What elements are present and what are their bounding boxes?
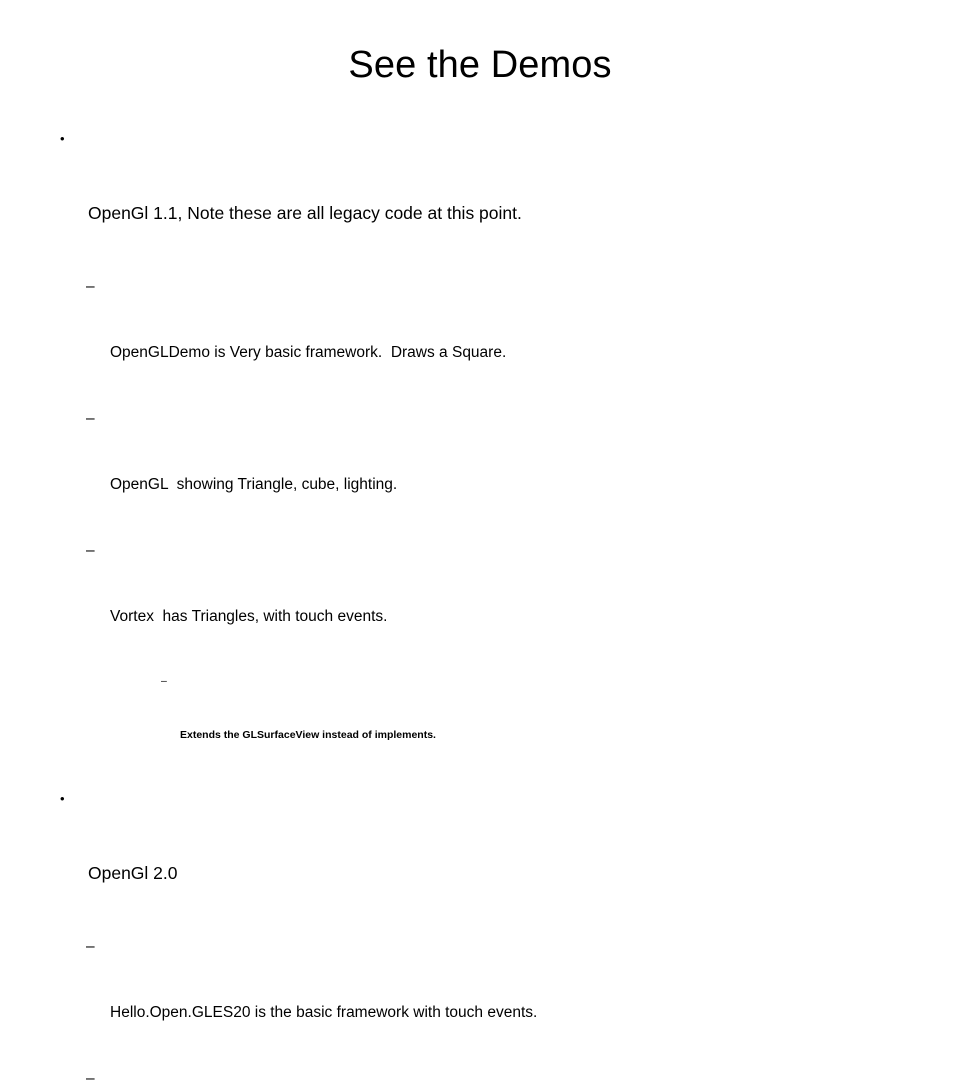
- slide-body: • OpenGl 1.1, Note these are all legacy …: [0, 126, 960, 1080]
- section-heading-text: OpenGl 1.1, Note these are all legacy co…: [88, 203, 522, 223]
- dash-icon: –: [86, 278, 95, 295]
- bullet-dot-icon: •: [60, 131, 65, 146]
- section-heading-text: OpenGl 2.0: [88, 863, 178, 883]
- list-item: – OpenGL showing Triangle, cube, lightin…: [0, 408, 960, 540]
- sub-list-item-text: Extends the GLSurfaceView instead of imp…: [180, 729, 436, 741]
- list-item-text: Hello.Open.GLES20 is the basic framework…: [110, 1004, 538, 1021]
- list-item-text: OpenGL showing Triangle, cube, lighting.: [110, 476, 398, 493]
- list-item: – Hello.Open.GLES20 is the basic framewo…: [0, 936, 960, 1068]
- list-item: – Opengl2ex1 is has render class it send…: [0, 1068, 960, 1080]
- list-item-text: Vortex has Triangles, with touch events.: [110, 608, 388, 625]
- dash-icon: –: [86, 410, 95, 427]
- bullet-section-heading: • OpenGl 2.0: [0, 786, 960, 936]
- list-item: – Vortex has Triangles, with touch event…: [0, 540, 960, 672]
- dash-icon: –: [86, 1070, 95, 1080]
- list-item: – OpenGLDemo is Very basic framework. Dr…: [0, 276, 960, 408]
- page-title: See the Demos: [348, 44, 612, 86]
- bullet-section-heading: • OpenGl 1.1, Note these are all legacy …: [0, 126, 960, 276]
- bullet-dot-icon: •: [60, 791, 65, 806]
- slide: See the Demos • OpenGl 1.1, Note these a…: [0, 0, 960, 1080]
- sub-list-item: – Extends the GLSurfaceView instead of i…: [0, 672, 960, 780]
- list-item-text: OpenGLDemo is Very basic framework. Draw…: [110, 344, 507, 361]
- dash-icon: –: [86, 938, 95, 955]
- dash-icon: –: [161, 675, 167, 687]
- dash-icon: –: [86, 542, 95, 559]
